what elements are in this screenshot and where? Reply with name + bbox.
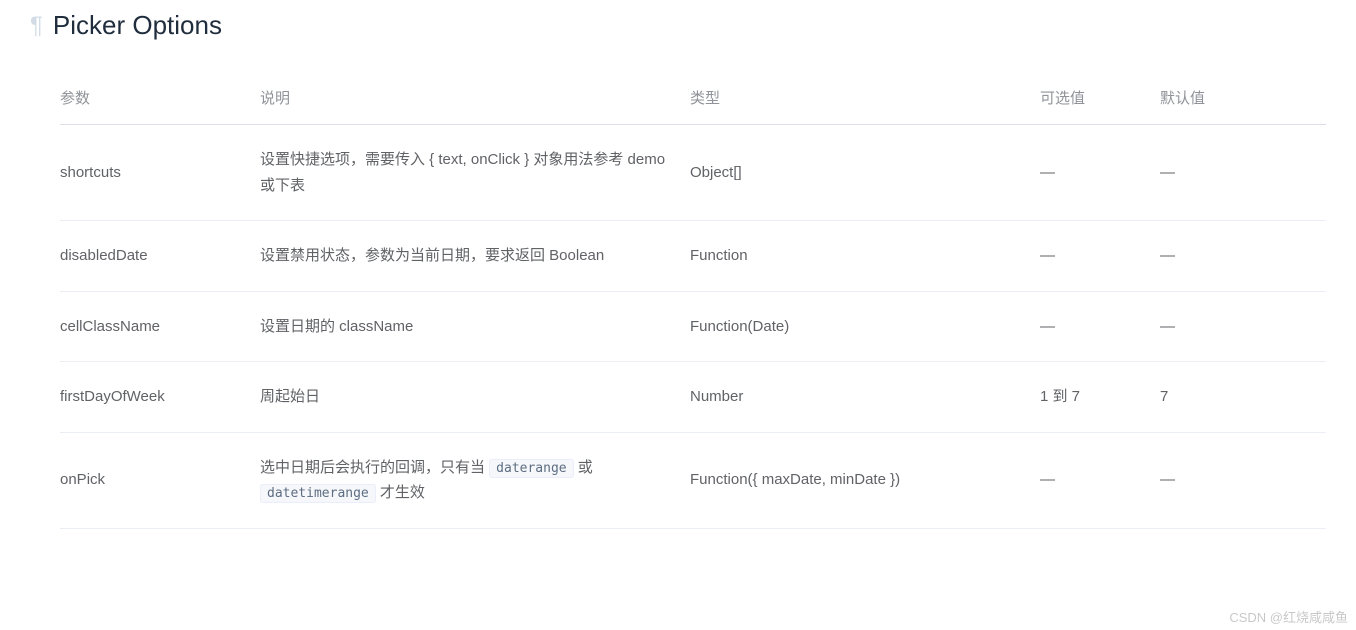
desc-text: 选中日期后会执行的回调，只有当: [260, 459, 489, 476]
code-inline: daterange: [489, 459, 573, 478]
cell-default: 7: [1160, 362, 1326, 433]
table-wrapper: 参数 说明 类型 可选值 默认值 shortcuts 设置快捷选项，需要传入 {…: [30, 71, 1326, 529]
cell-param: firstDayOfWeek: [60, 362, 260, 433]
cell-default: —: [1160, 125, 1326, 221]
table-row: shortcuts 设置快捷选项，需要传入 { text, onClick } …: [60, 125, 1326, 221]
table-row: onPick 选中日期后会执行的回调，只有当 daterange 或 datet…: [60, 432, 1326, 528]
cell-param: cellClassName: [60, 291, 260, 362]
watermark: CSDN @红烧咸咸鱼: [1229, 607, 1348, 626]
cell-options: —: [1040, 432, 1160, 528]
section-title: Picker Options: [53, 10, 222, 41]
cell-type: Function: [690, 221, 1040, 292]
desc-text: 才生效: [376, 484, 425, 501]
cell-param: shortcuts: [60, 125, 260, 221]
cell-options: 1 到 7: [1040, 362, 1160, 433]
section-heading: ¶ Picker Options: [30, 10, 1326, 41]
header-desc: 说明: [260, 71, 690, 125]
cell-desc: 选中日期后会执行的回调，只有当 daterange 或 datetimerang…: [260, 432, 690, 528]
cell-default: —: [1160, 291, 1326, 362]
cell-desc: 设置禁用状态，参数为当前日期，要求返回 Boolean: [260, 221, 690, 292]
cell-param: disabledDate: [60, 221, 260, 292]
table-row: cellClassName 设置日期的 className Function(D…: [60, 291, 1326, 362]
page-container: ¶ Picker Options 参数 说明 类型 可选值 默认值: [0, 0, 1356, 529]
cell-options: —: [1040, 221, 1160, 292]
cell-type: Number: [690, 362, 1040, 433]
header-type: 类型: [690, 71, 1040, 125]
options-table: 参数 说明 类型 可选值 默认值 shortcuts 设置快捷选项，需要传入 {…: [60, 71, 1326, 529]
table-header-row: 参数 说明 类型 可选值 默认值: [60, 71, 1326, 125]
cell-desc: 设置日期的 className: [260, 291, 690, 362]
cell-options: —: [1040, 125, 1160, 221]
cell-param: onPick: [60, 432, 260, 528]
table-row: disabledDate 设置禁用状态，参数为当前日期，要求返回 Boolean…: [60, 221, 1326, 292]
pilcrow-icon: ¶: [30, 12, 43, 40]
header-default: 默认值: [1160, 71, 1326, 125]
cell-type: Function({ maxDate, minDate }): [690, 432, 1040, 528]
header-param: 参数: [60, 71, 260, 125]
desc-text: 或: [574, 459, 593, 476]
cell-desc: 周起始日: [260, 362, 690, 433]
code-inline: datetimerange: [260, 484, 376, 503]
header-options: 可选值: [1040, 71, 1160, 125]
cell-default: —: [1160, 221, 1326, 292]
cell-type: Object[]: [690, 125, 1040, 221]
cell-default: —: [1160, 432, 1326, 528]
cell-options: —: [1040, 291, 1160, 362]
cell-type: Function(Date): [690, 291, 1040, 362]
cell-desc: 设置快捷选项，需要传入 { text, onClick } 对象用法参考 dem…: [260, 125, 690, 221]
table-row: firstDayOfWeek 周起始日 Number 1 到 7 7: [60, 362, 1326, 433]
